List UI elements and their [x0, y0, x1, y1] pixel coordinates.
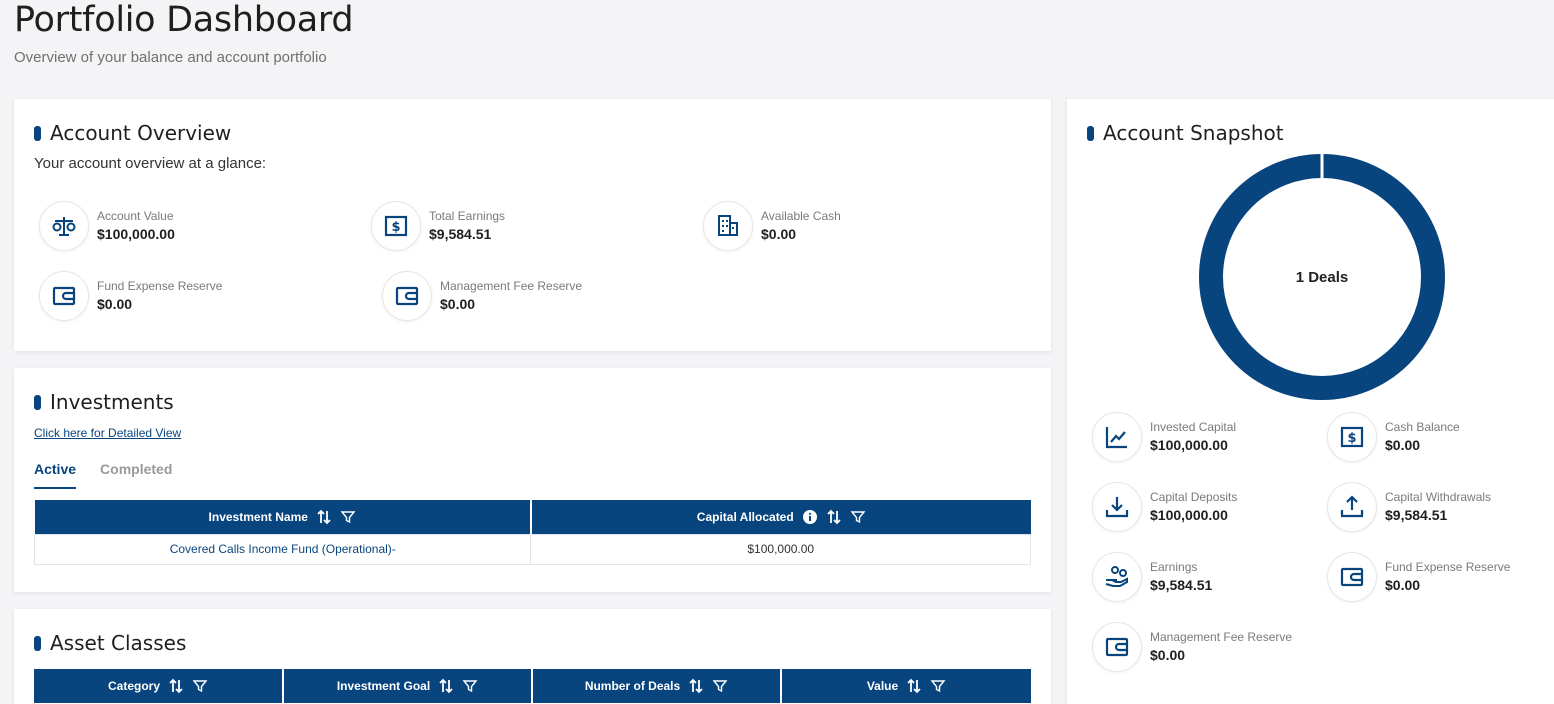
title-accent-bar [1087, 125, 1094, 141]
stat-value: $9,584.51 [1150, 577, 1213, 593]
asset-classes-title: Asset Classes [34, 631, 186, 655]
stat-value: $0.00 [440, 296, 476, 312]
filter-icon[interactable] [462, 678, 478, 694]
sort-icon[interactable] [168, 678, 184, 694]
svg-text:$: $ [391, 220, 400, 235]
filter-icon[interactable] [850, 509, 866, 525]
stat-label: Capital Deposits [1150, 490, 1238, 504]
stat-management-fee-reserve: Management Fee Reserve $0.00 [382, 271, 582, 321]
sort-icon[interactable] [438, 678, 454, 694]
stat-value: $9,584.51 [429, 226, 492, 242]
dollar-bill-icon: $ [1327, 412, 1377, 462]
wallet-icon [39, 271, 89, 321]
account-overview-title: Account Overview [34, 121, 231, 145]
stat-capital-deposits: Capital Deposits $100,000.00 [1092, 482, 1237, 532]
stat-label: Account Value [97, 209, 174, 223]
upload-icon [1327, 482, 1377, 532]
stat-value: $9,584.51 [1385, 507, 1448, 523]
stat-label: Fund Expense Reserve [97, 279, 223, 293]
sort-icon[interactable] [906, 678, 922, 694]
stat-label: Management Fee Reserve [440, 279, 583, 293]
stat-earnings: Earnings $9,584.51 [1092, 552, 1212, 602]
investment-name-cell[interactable]: Covered Calls Income Fund (Operational)- [33, 533, 532, 565]
title-accent-bar [34, 635, 41, 651]
column-header-investment-goal[interactable]: Investment Goal [282, 669, 532, 703]
stat-value: $100,000.00 [1150, 507, 1228, 523]
hand-coins-icon [1092, 552, 1142, 602]
title-accent-bar [34, 125, 41, 141]
download-icon [1092, 482, 1142, 532]
capital-allocated-cell: $100,000.00 [530, 533, 1031, 565]
dollar-bill-icon: $ [371, 201, 421, 251]
stat-value: $0.00 [761, 226, 797, 242]
table-row[interactable]: Covered Calls Income Fund (Operational)-… [33, 533, 1031, 565]
investments-table: Investment Name Capital Allocated Covere… [33, 500, 1031, 565]
stat-account-value: Account Value $100,000.00 [39, 201, 175, 251]
stat-value: $0.00 [1150, 647, 1186, 663]
line-chart-icon [1092, 412, 1142, 462]
stat-fund-expense-reserve: Fund Expense Reserve $0.00 [39, 271, 222, 321]
wallet-icon [382, 271, 432, 321]
column-header-capital-allocated[interactable]: Capital Allocated [529, 500, 1031, 534]
title-accent-bar [34, 394, 41, 410]
asset-classes-card: Asset Classes Category Investment Goal N… [14, 609, 1051, 704]
svg-text:$: $ [1347, 431, 1356, 446]
scale-icon [39, 201, 89, 251]
stat-label: Capital Withdrawals [1385, 490, 1492, 504]
asset-classes-table: Category Investment Goal Number of Deals [34, 669, 1031, 703]
page-title: Portfolio Dashboard [14, 0, 354, 40]
filter-icon[interactable] [712, 678, 728, 694]
wallet-icon [1327, 552, 1377, 602]
column-header-value[interactable]: Value [780, 669, 1031, 703]
stat-value: $100,000.00 [1150, 437, 1228, 453]
column-header-number-of-deals[interactable]: Number of Deals [531, 669, 781, 703]
account-snapshot-title: Account Snapshot [1087, 121, 1284, 145]
stat-label: Earnings [1150, 560, 1198, 574]
stat-value: $0.00 [97, 296, 133, 312]
stat-label: Available Cash [761, 209, 841, 223]
account-snapshot-card: Account Snapshot 1 Deals Invested Capita… [1067, 99, 1554, 704]
wallet-icon [1092, 622, 1142, 672]
stat-label: Fund Expense Reserve [1385, 560, 1511, 574]
filter-icon[interactable] [930, 678, 946, 694]
stat-fund-expense-reserve: Fund Expense Reserve $0.00 [1327, 552, 1510, 602]
stat-value: $0.00 [1385, 577, 1421, 593]
page-subtitle: Overview of your balance and account por… [14, 49, 327, 66]
filter-icon[interactable] [192, 678, 208, 694]
building-icon [703, 201, 753, 251]
stat-capital-withdrawals: Capital Withdrawals $9,584.51 [1327, 482, 1491, 532]
column-header-category[interactable]: Category [34, 669, 283, 703]
stat-value: $0.00 [1385, 437, 1421, 453]
info-icon[interactable] [802, 509, 818, 525]
stat-label: Management Fee Reserve [1150, 630, 1293, 644]
investments-card: Investments Click here for Detailed View… [14, 368, 1051, 592]
stat-label: Cash Balance [1385, 420, 1460, 434]
stat-invested-capital: Invested Capital $100,000.00 [1092, 412, 1236, 462]
filter-icon[interactable] [340, 509, 356, 525]
column-header-investment-name[interactable]: Investment Name [34, 500, 531, 534]
sort-icon[interactable] [688, 678, 704, 694]
account-overview-subtitle: Your account overview at a glance: [34, 155, 267, 172]
investment-tabs: Active Completed [34, 461, 196, 489]
sort-icon[interactable] [316, 509, 332, 525]
stat-management-fee-reserve: Management Fee Reserve $0.00 [1092, 622, 1292, 672]
account-overview-card: Account Overview Your account overview a… [14, 99, 1051, 351]
stat-label: Invested Capital [1150, 420, 1237, 434]
detailed-view-link[interactable]: Click here for Detailed View [34, 426, 181, 440]
investments-title: Investments [34, 390, 174, 414]
stat-total-earnings: $ Total Earnings $9,584.51 [371, 201, 505, 251]
sort-icon[interactable] [826, 509, 842, 525]
stat-cash-balance: $ Cash Balance $0.00 [1327, 412, 1460, 462]
stat-label: Total Earnings [429, 209, 506, 223]
tab-active[interactable]: Active [34, 461, 77, 489]
tab-completed[interactable]: Completed [100, 461, 172, 489]
stat-value: $100,000.00 [97, 226, 175, 242]
donut-center-label: 1 Deals [1295, 269, 1349, 286]
stat-available-cash: Available Cash $0.00 [703, 201, 841, 251]
